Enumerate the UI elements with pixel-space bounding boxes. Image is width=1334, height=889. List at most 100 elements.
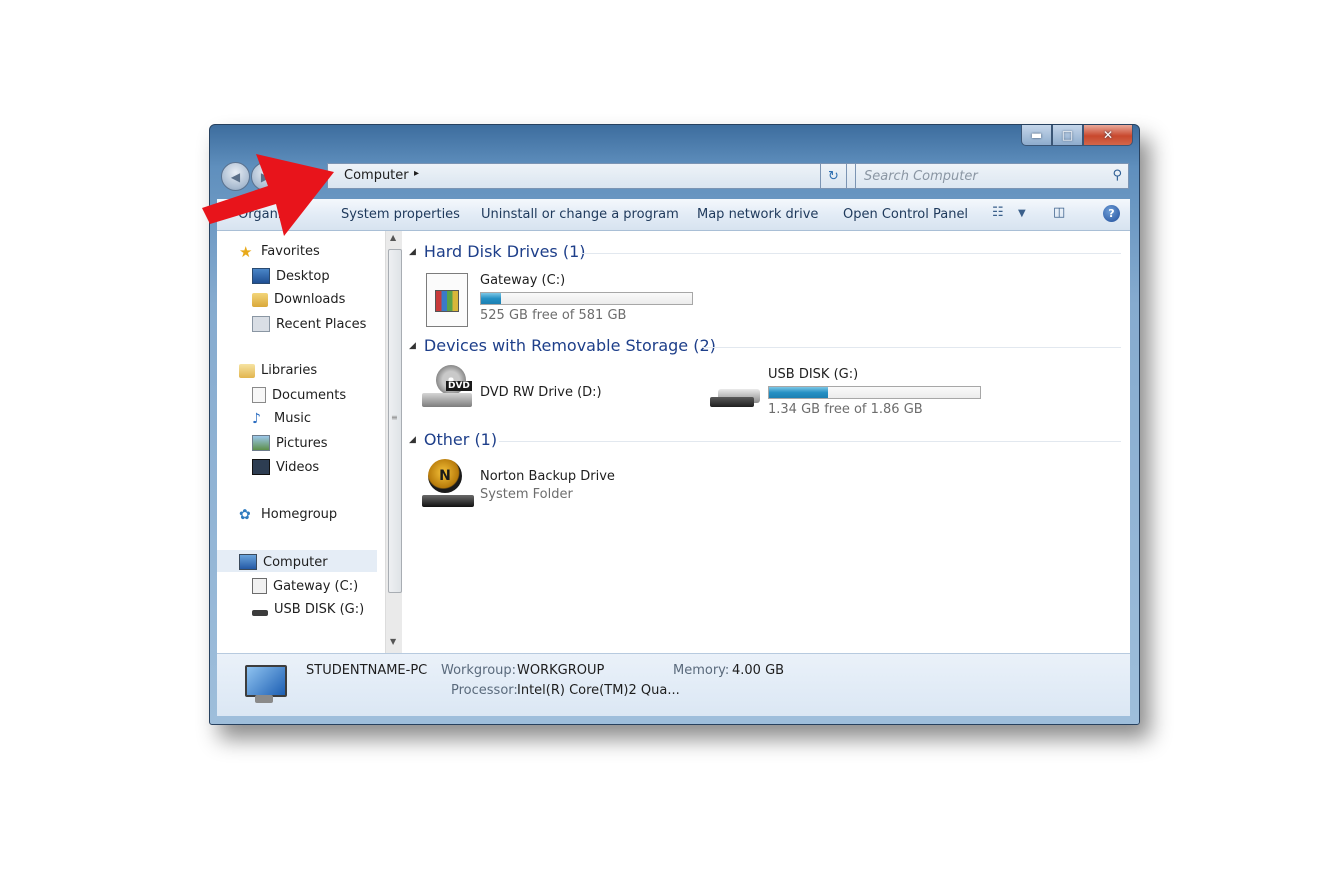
libraries-icon [239, 363, 255, 378]
view-dropdown-icon[interactable]: ▼ [1018, 208, 1026, 219]
group-title-text: Hard Disk Drives (1) [423, 242, 586, 261]
scroll-thumb[interactable]: ≡ [388, 249, 402, 593]
sidebar-label: Homegroup [261, 507, 338, 522]
sidebar-label: Libraries [261, 363, 318, 378]
documents-icon [252, 387, 266, 403]
drive-name: USB DISK (G:) [768, 367, 859, 382]
search-box[interactable]: ⚲ [855, 163, 1129, 189]
collapse-triangle-icon[interactable]: ◢ [409, 247, 416, 257]
item-type: System Folder [480, 487, 573, 502]
grip-icon: ≡ [391, 413, 398, 422]
minimize-button[interactable]: ▬ [1021, 125, 1052, 146]
group-divider [703, 347, 1121, 348]
help-button[interactable]: ? [1103, 205, 1120, 222]
recent-places-icon [252, 316, 270, 332]
open-control-panel-button[interactable]: Open Control Panel [843, 207, 968, 222]
sidebar-item-homegroup[interactable]: ✿ Homegroup [239, 507, 337, 522]
scroll-up-icon[interactable]: ▲ [390, 233, 396, 242]
processor-value: Intel(R) Core(TM)2 Qua... [517, 683, 680, 698]
sidebar-label: USB DISK (G:) [274, 602, 365, 617]
sidebar-item-gateway-c[interactable]: Gateway (C:) [252, 578, 358, 594]
sidebar-item-libraries[interactable]: Libraries [239, 363, 317, 378]
memory-label: Memory: [673, 663, 730, 678]
sidebar-item-videos[interactable]: Videos [252, 459, 319, 475]
breadcrumb-chevron-icon[interactable]: ▸ [414, 168, 419, 179]
dvd-drive-icon: DVD [422, 365, 474, 415]
content-pane: ◢ Hard Disk Drives (1) Gateway (C:) 525 … [402, 231, 1130, 653]
sidebar-label: Favorites [261, 244, 320, 259]
downloads-folder-icon [252, 292, 268, 307]
sidebar-item-documents[interactable]: Documents [252, 387, 346, 403]
sidebar-label: Desktop [276, 268, 330, 284]
group-title-text: Other (1) [423, 430, 498, 449]
memory-value: 4.00 GB [732, 663, 785, 678]
star-icon: ★ [239, 242, 253, 261]
sidebar-label: Downloads [274, 292, 346, 307]
videos-icon [252, 459, 270, 475]
refresh-button[interactable]: ↻ [820, 163, 847, 189]
group-header-hard-disk[interactable]: ◢ Hard Disk Drives (1) [409, 242, 586, 261]
computer-icon [239, 554, 257, 570]
refresh-icon: ↻ [828, 168, 839, 184]
change-view-icon[interactable]: ☷ [992, 205, 1004, 220]
navigation-pane: ★ Favorites Desktop Downloads Recent Pla… [217, 231, 403, 653]
sidebar-item-usb-disk-g[interactable]: USB DISK (G:) [252, 602, 364, 617]
hard-drive-icon [252, 578, 267, 594]
details-pane: STUDENTNAME-PC Workgroup: WORKGROUP Memo… [217, 653, 1130, 716]
drive-name: DVD RW Drive (D:) [480, 385, 602, 400]
sidebar-item-favorites[interactable]: ★ Favorites [239, 244, 320, 259]
workgroup-value: WORKGROUP [517, 663, 605, 678]
preview-pane-icon[interactable]: ◫ [1053, 205, 1065, 220]
capacity-bar [768, 386, 981, 399]
capacity-bar-fill [769, 387, 829, 398]
group-divider [581, 253, 1121, 254]
workgroup-label: Workgroup: [441, 663, 517, 678]
search-input[interactable] [862, 166, 1096, 186]
nav-scrollbar[interactable]: ▲ ≡ ▼ [385, 231, 403, 653]
help-icon: ? [1108, 207, 1115, 220]
sidebar-label: Videos [276, 459, 320, 475]
sidebar-label: Recent Places [276, 316, 367, 332]
item-name: Norton Backup Drive [480, 469, 615, 484]
computer-icon [239, 663, 289, 707]
window-controls: ▬ □ ✕ [1021, 125, 1133, 146]
sidebar-label: Pictures [276, 435, 328, 451]
drive-free-space: 525 GB free of 581 GB [480, 308, 627, 323]
collapse-triangle-icon[interactable]: ◢ [409, 435, 416, 445]
dvd-label: DVD [446, 381, 472, 391]
sidebar-item-recent-places[interactable]: Recent Places [252, 316, 366, 332]
uninstall-program-button[interactable]: Uninstall or change a program [481, 207, 679, 222]
explorer-window: ▬ □ ✕ ◀ ▶ Computer ▸ ▾ ↻ ⚲ Organize Syst… [209, 124, 1140, 725]
maximize-button[interactable]: □ [1052, 125, 1083, 146]
group-header-removable[interactable]: ◢ Devices with Removable Storage (2) [409, 336, 716, 355]
close-button[interactable]: ✕ [1083, 125, 1133, 146]
capacity-bar-fill [481, 293, 502, 304]
sidebar-label: Music [274, 411, 311, 426]
system-properties-button[interactable]: System properties [341, 207, 460, 222]
scroll-down-icon[interactable]: ▼ [390, 637, 396, 646]
norton-backup-icon: N [422, 459, 474, 511]
sidebar-label: Documents [272, 387, 347, 403]
norton-logo-letter: N [439, 468, 451, 484]
breadcrumb-computer[interactable]: Computer [344, 168, 409, 183]
usb-drive-icon [252, 609, 268, 616]
desktop-icon [252, 268, 270, 284]
sidebar-label: Gateway (C:) [273, 578, 359, 594]
search-icon[interactable]: ⚲ [1112, 168, 1122, 183]
group-divider [499, 441, 1121, 442]
sidebar-item-computer[interactable]: Computer [239, 554, 328, 570]
group-title-text: Devices with Removable Storage (2) [423, 336, 716, 355]
sidebar-item-downloads[interactable]: Downloads [252, 292, 345, 307]
sidebar-item-music[interactable]: ♪ Music [252, 411, 311, 426]
capacity-bar [480, 292, 693, 305]
collapse-triangle-icon[interactable]: ◢ [409, 341, 416, 351]
drive-name: Gateway (C:) [480, 273, 566, 288]
pictures-icon [252, 435, 270, 451]
command-bar: Organize System properties Uninstall or … [217, 199, 1130, 231]
sidebar-item-pictures[interactable]: Pictures [252, 435, 327, 451]
map-network-drive-button[interactable]: Map network drive [697, 207, 818, 222]
homegroup-icon: ✿ [239, 506, 251, 523]
group-header-other[interactable]: ◢ Other (1) [409, 430, 497, 449]
sidebar-item-desktop[interactable]: Desktop [252, 268, 330, 284]
computer-name: STUDENTNAME-PC [306, 663, 428, 678]
